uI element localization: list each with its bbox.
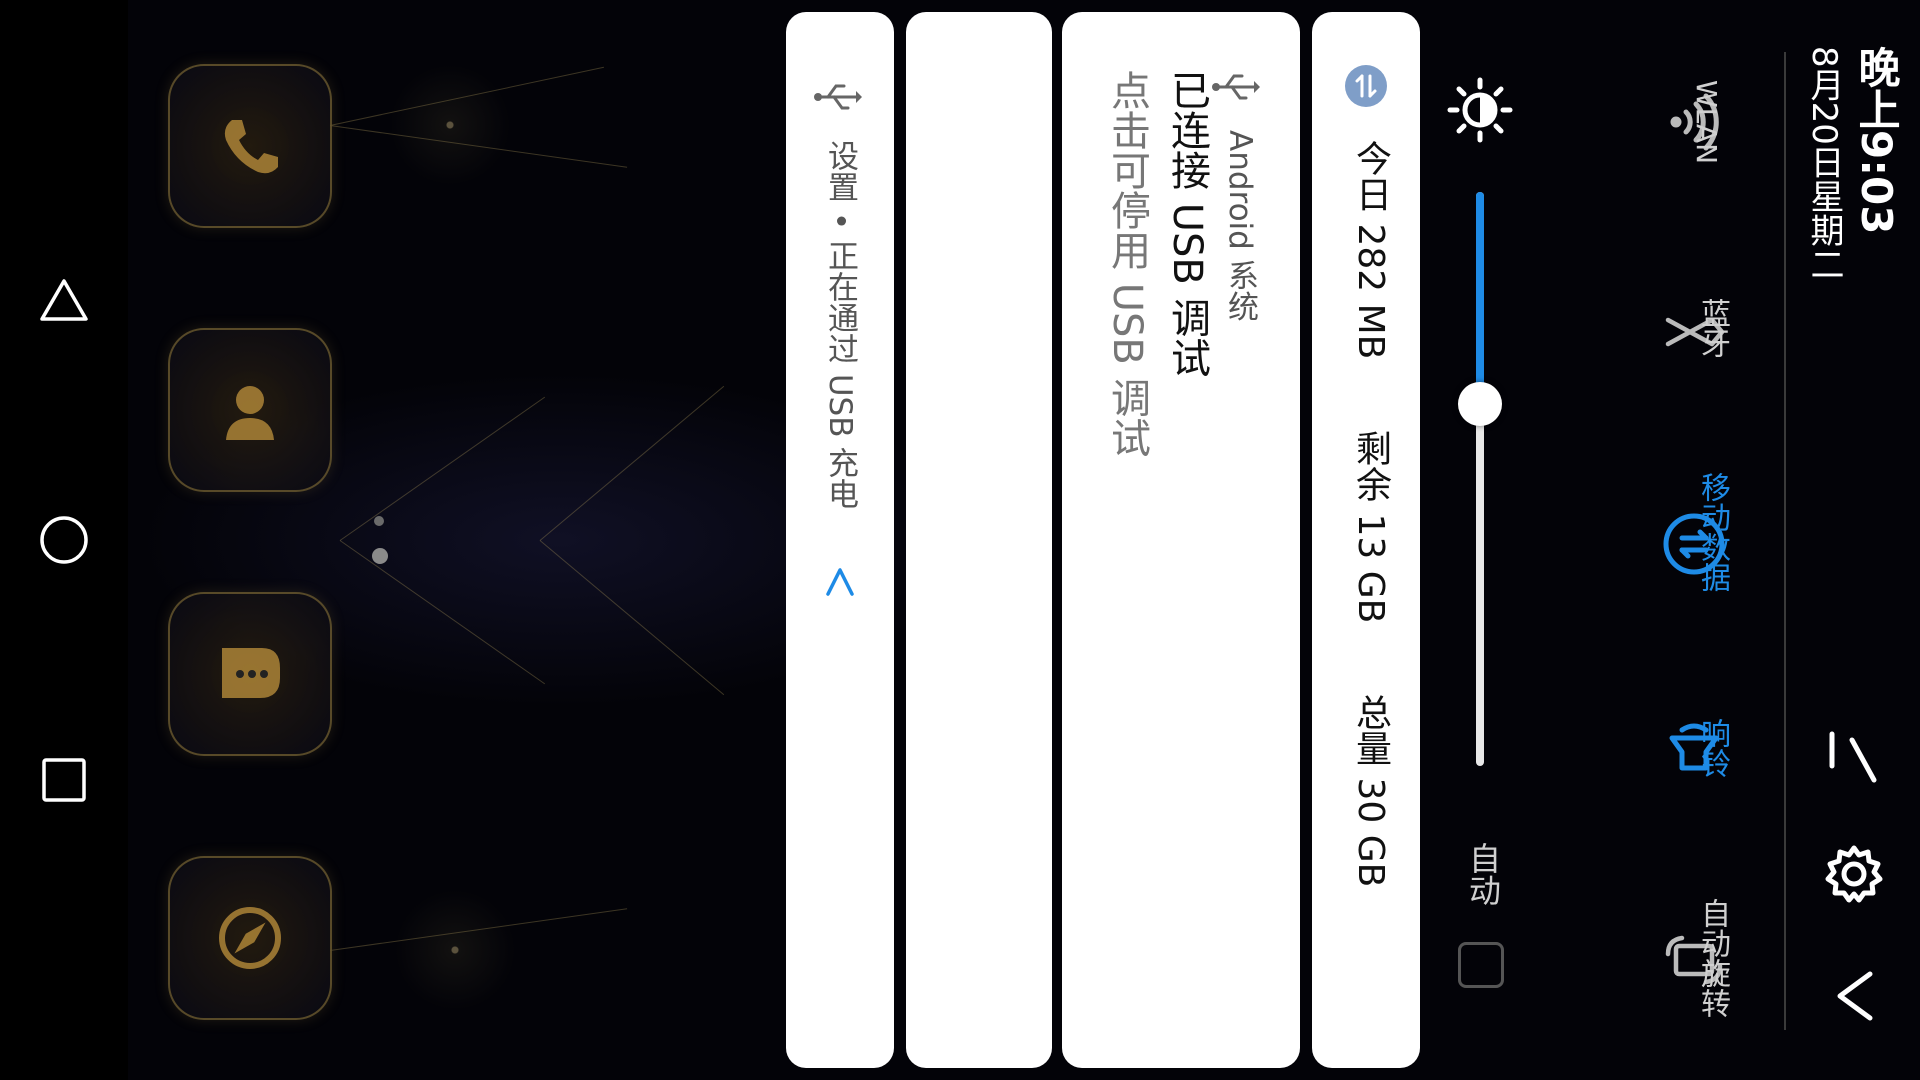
brightness-slider-thumb[interactable] — [1458, 382, 1502, 426]
notification-shade: 设置 • 正在通过 USB 充电 Android 系统 已连接 USB 调试 点… — [770, 0, 1920, 1080]
status-time: 晚上9:03 — [1852, 46, 1901, 235]
brightness-sun-icon — [1447, 77, 1513, 143]
edit-icon[interactable] — [1822, 726, 1886, 790]
settings-gear-icon[interactable] — [1822, 842, 1886, 906]
header-divider — [1784, 52, 1786, 1030]
data-remaining: 剩余 13 GB — [1350, 430, 1391, 624]
expand-chevron-icon[interactable] — [824, 562, 856, 602]
notification-title: 已连接 USB 调试 — [1164, 70, 1210, 378]
navigation-bar — [0, 0, 128, 1080]
recents-square-icon — [42, 758, 86, 802]
auto-brightness-checkbox[interactable] — [1458, 942, 1504, 988]
phone-app-icon[interactable] — [168, 64, 332, 228]
back-triangle-icon — [40, 279, 88, 321]
auto-brightness-label: 自动 — [1464, 842, 1502, 906]
status-date: 8月20日星期二 — [1804, 46, 1844, 281]
contacts-app-icon[interactable] — [168, 328, 332, 492]
compass-icon — [219, 907, 281, 969]
auto-rotate-label: 自动旋转 — [1695, 898, 1730, 1018]
data-today: 今日 282 MB — [1350, 140, 1391, 360]
nav-back-button[interactable] — [36, 272, 92, 328]
home-circle-icon — [40, 516, 88, 564]
notification-app-name: Android 系统 — [1222, 130, 1258, 322]
nav-home-button[interactable] — [36, 512, 92, 568]
usb-icon — [1212, 74, 1260, 100]
browser-app-icon[interactable] — [168, 856, 332, 1020]
messages-app-icon[interactable] — [168, 592, 332, 756]
collapse-chevron-icon[interactable] — [1830, 968, 1878, 1024]
data-total: 总量 30 GB — [1350, 694, 1391, 888]
data-usage-card[interactable]: 今日 282 MB 剩余 13 GB 总量 30 GB — [1312, 12, 1420, 1068]
data-traffic-icon — [1345, 65, 1387, 107]
wlan-label: WLAN — [1690, 80, 1723, 165]
ring-label: 响铃 — [1695, 718, 1730, 778]
usb-charging-text: 设置 • 正在通过 USB 充电 — [822, 140, 858, 510]
mobile-data-label: 移动数据 — [1695, 472, 1730, 592]
page-indicator-dot — [374, 516, 384, 526]
contact-person-icon — [226, 386, 274, 440]
message-bubble-icon — [222, 648, 280, 698]
brightness-slider-fill — [1476, 192, 1484, 404]
usb-debugging-notification[interactable]: Android 系统 已连接 USB 调试 点击可停用 USB 调试 — [1062, 12, 1300, 1068]
usb-charging-notification[interactable]: 设置 • 正在通过 USB 充电 — [786, 12, 894, 1068]
page-indicator-dot-active — [372, 548, 388, 564]
nav-recents-button[interactable] — [36, 752, 92, 808]
notification-body: 点击可停用 USB 调试 — [1104, 70, 1150, 458]
usb-icon — [814, 84, 862, 110]
phone-handset-icon — [224, 120, 278, 174]
brightness-slider-track[interactable] — [1458, 192, 1502, 766]
bluetooth-label: 蓝牙 — [1695, 298, 1730, 358]
empty-notification-card[interactable] — [906, 12, 1052, 1068]
